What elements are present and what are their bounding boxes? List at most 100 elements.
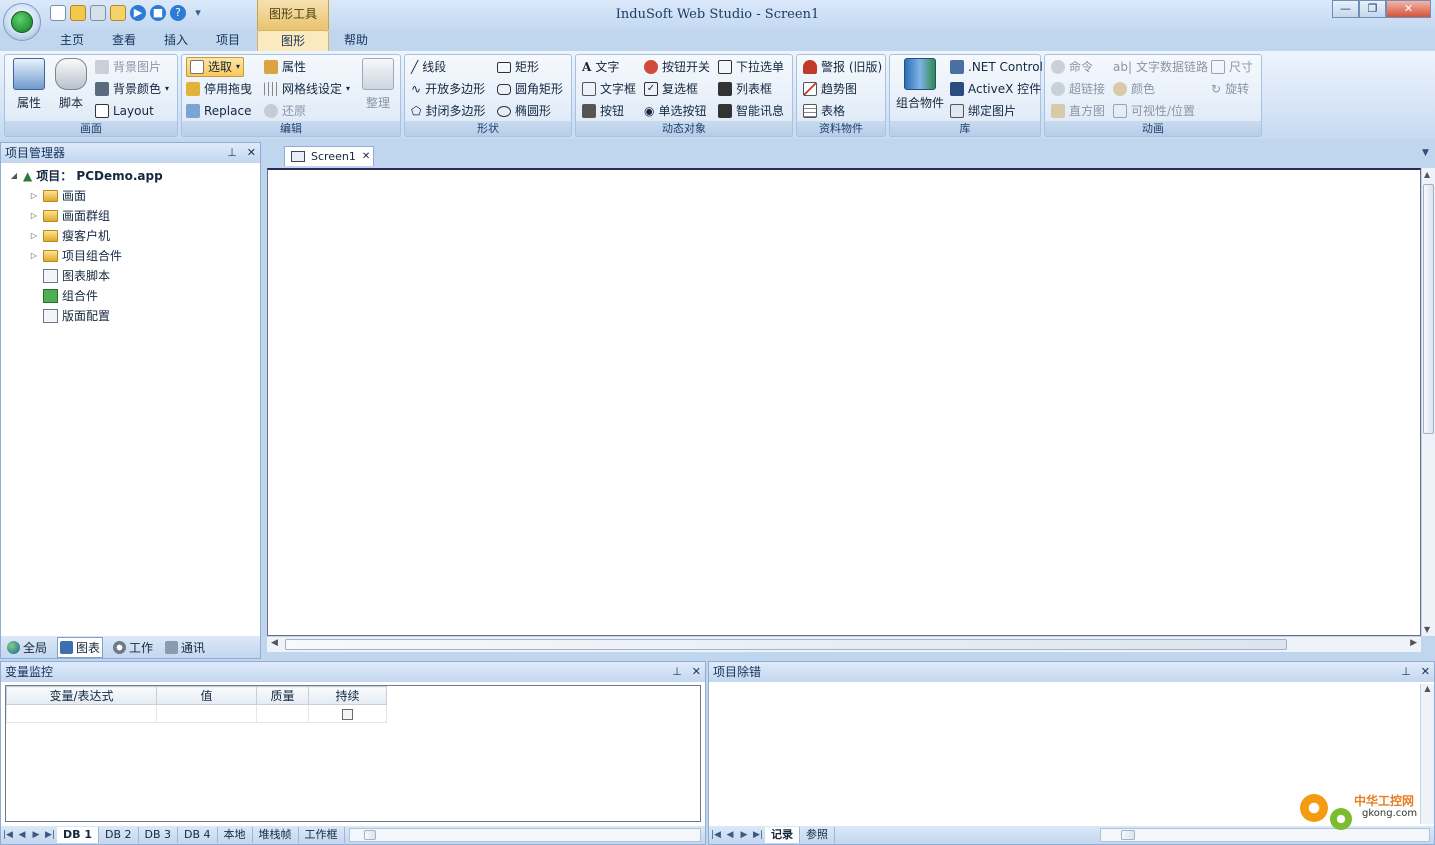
column-header-quality[interactable]: 质量: [256, 686, 309, 705]
textbox-button[interactable]: 文字框: [582, 79, 636, 99]
radio-button-tool[interactable]: ◉ 单选按钮: [644, 101, 707, 121]
tree-item-screens[interactable]: ▷ 画面: [29, 186, 86, 206]
scroll-down-icon[interactable]: ▼: [1424, 625, 1430, 634]
bg-image-button[interactable]: 背景图片: [95, 57, 161, 77]
tab-local[interactable]: 本地: [218, 827, 253, 843]
last-icon[interactable]: ▶|: [751, 830, 765, 840]
tab-db4[interactable]: DB 4: [178, 827, 218, 843]
column-header-value[interactable]: 值: [156, 686, 257, 705]
symbols-button[interactable]: 组合物件: [896, 58, 944, 111]
rounded-rectangle-button[interactable]: 圆角矩形: [497, 79, 563, 99]
undo-button[interactable]: 还原: [264, 101, 306, 121]
tree-item-screen-groups[interactable]: ▷ 画面群组: [29, 206, 110, 226]
scroll-up-icon[interactable]: ▲: [1424, 170, 1430, 179]
bg-color-button[interactable]: 背景颜色 ▾: [95, 79, 169, 99]
application-button[interactable]: [3, 3, 41, 41]
maximize-button[interactable]: ❐: [1359, 0, 1386, 18]
close-panel-icon[interactable]: ✕: [692, 662, 701, 682]
trend-button[interactable]: 趋势图: [803, 79, 857, 99]
disable-drag-button[interactable]: 停用拖曳: [186, 79, 252, 99]
tab-db2[interactable]: DB 2: [99, 827, 139, 843]
tab-reference[interactable]: 参照: [800, 827, 835, 843]
pin-icon[interactable]: ⊥: [227, 143, 237, 163]
prev-icon[interactable]: ◀: [15, 830, 29, 840]
tab-stack[interactable]: 堆栈帧: [253, 827, 299, 843]
layout-button[interactable]: Layout: [95, 101, 154, 121]
closed-polygon-button[interactable]: ⬠ 封闭多边形: [411, 101, 485, 121]
debug-tab-scroll-thumb[interactable]: [1121, 830, 1135, 840]
first-icon[interactable]: |◀: [709, 830, 723, 840]
horizontal-scrollbar[interactable]: ◀ ▶: [267, 636, 1421, 652]
watch-tab-scroll-thumb[interactable]: [363, 830, 376, 840]
rectangle-button[interactable]: 矩形: [497, 57, 539, 77]
continuous-checkbox[interactable]: [342, 708, 353, 720]
scroll-left-icon[interactable]: ◀: [271, 638, 278, 648]
grid-object-button[interactable]: 表格: [803, 101, 845, 121]
close-tab-icon[interactable]: ✕: [362, 151, 370, 162]
tree-item-project-symbols[interactable]: ▷ 项目组合件: [29, 246, 122, 266]
tree-root-project[interactable]: ◢ ▲ 项目： PCDemo.app: [9, 166, 163, 186]
visibility-position-button[interactable]: 可视性/位置: [1113, 101, 1195, 121]
tab-tasks[interactable]: 工作: [111, 638, 155, 657]
tree-item-layout[interactable]: 版面配置: [29, 306, 110, 326]
scroll-up-icon[interactable]: ▲: [1421, 684, 1434, 693]
listbox-tool[interactable]: 列表框: [718, 79, 772, 99]
activex-control-button[interactable]: ActiveX 控件: [950, 79, 1041, 99]
pin-icon[interactable]: ⊥: [672, 662, 682, 682]
text-button[interactable]: A 文字: [582, 57, 619, 77]
checkbox-tool[interactable]: ✓ 复选框: [644, 79, 698, 99]
document-tab-screen1[interactable]: Screen1 ✕: [284, 146, 374, 166]
screen-script-button[interactable]: 脚本: [51, 58, 91, 111]
column-header-continuous[interactable]: 持续: [308, 686, 387, 705]
button-tool-button[interactable]: 按钮: [582, 101, 624, 121]
screen-canvas[interactable]: [267, 168, 1421, 636]
pin-icon[interactable]: ⊥: [1401, 662, 1411, 682]
horizontal-scroll-thumb[interactable]: [285, 639, 1287, 650]
table-row[interactable]: [6, 704, 387, 723]
tab-home[interactable]: 主页: [50, 30, 94, 51]
dropdown-list-tool[interactable]: 下拉选单: [718, 57, 784, 77]
collapsed-arrow-icon[interactable]: ▷: [29, 226, 39, 246]
command-animation-button[interactable]: 命令: [1051, 57, 1093, 77]
collapsed-arrow-icon[interactable]: ▷: [29, 186, 39, 206]
color-animation-button[interactable]: 颜色: [1113, 79, 1155, 99]
expanded-arrow-icon[interactable]: ◢: [9, 166, 19, 186]
tab-view[interactable]: 查看: [102, 30, 146, 51]
screen-properties-button[interactable]: 属性: [9, 58, 49, 111]
replace-button[interactable]: Replace: [186, 101, 251, 121]
first-icon[interactable]: |◀: [1, 830, 15, 840]
tab-help[interactable]: 帮助: [334, 30, 378, 51]
tab-db3[interactable]: DB 3: [139, 827, 179, 843]
tab-db1[interactable]: DB 1: [57, 827, 99, 843]
tree-item-graphics-script[interactable]: 图表脚本: [29, 266, 110, 286]
minimize-button[interactable]: —: [1332, 0, 1359, 18]
text-data-link-button[interactable]: ab| 文字数据链路: [1113, 57, 1208, 77]
column-header-expression[interactable]: 变量/表达式: [6, 686, 157, 705]
object-properties-button[interactable]: 属性: [264, 57, 306, 77]
push-button-tool[interactable]: 按钮开关: [644, 57, 710, 77]
tree-item-thin-clients[interactable]: ▷ 瘦客户机: [29, 226, 110, 246]
watch-tab-scrollbar[interactable]: [348, 828, 701, 842]
vertical-scroll-thumb[interactable]: [1423, 184, 1434, 434]
collapsed-arrow-icon[interactable]: ▷: [29, 246, 39, 266]
collapsed-arrow-icon[interactable]: ▷: [29, 206, 39, 226]
tab-workframe[interactable]: 工作框: [299, 827, 345, 843]
rotation-animation-button[interactable]: ↻ 旋转: [1211, 79, 1249, 99]
scroll-right-icon[interactable]: ▶: [1410, 638, 1417, 648]
tab-project[interactable]: 项目: [206, 30, 250, 51]
tree-item-symbols[interactable]: 组合件: [29, 286, 98, 306]
line-tool-button[interactable]: ╱ 线段: [411, 57, 446, 77]
next-icon[interactable]: ▶: [29, 830, 43, 840]
prev-icon[interactable]: ◀: [723, 830, 737, 840]
close-panel-icon[interactable]: ✕: [247, 143, 256, 163]
ellipse-button[interactable]: 椭圆形: [497, 101, 551, 121]
close-panel-icon[interactable]: ✕: [1421, 662, 1430, 682]
open-polygon-button[interactable]: ∿ 开放多边形: [411, 79, 485, 99]
smart-message-tool[interactable]: 智能讯息: [718, 101, 784, 121]
tab-graphics[interactable]: 图形: [257, 30, 329, 51]
tab-list-dropdown-icon[interactable]: ▼: [1422, 148, 1429, 158]
tab-insert[interactable]: 插入: [154, 30, 198, 51]
dotnet-control-button[interactable]: .NET Control: [950, 57, 1043, 77]
hyperlink-animation-button[interactable]: 超链接: [1051, 79, 1105, 99]
expression-cell[interactable]: [6, 704, 157, 723]
